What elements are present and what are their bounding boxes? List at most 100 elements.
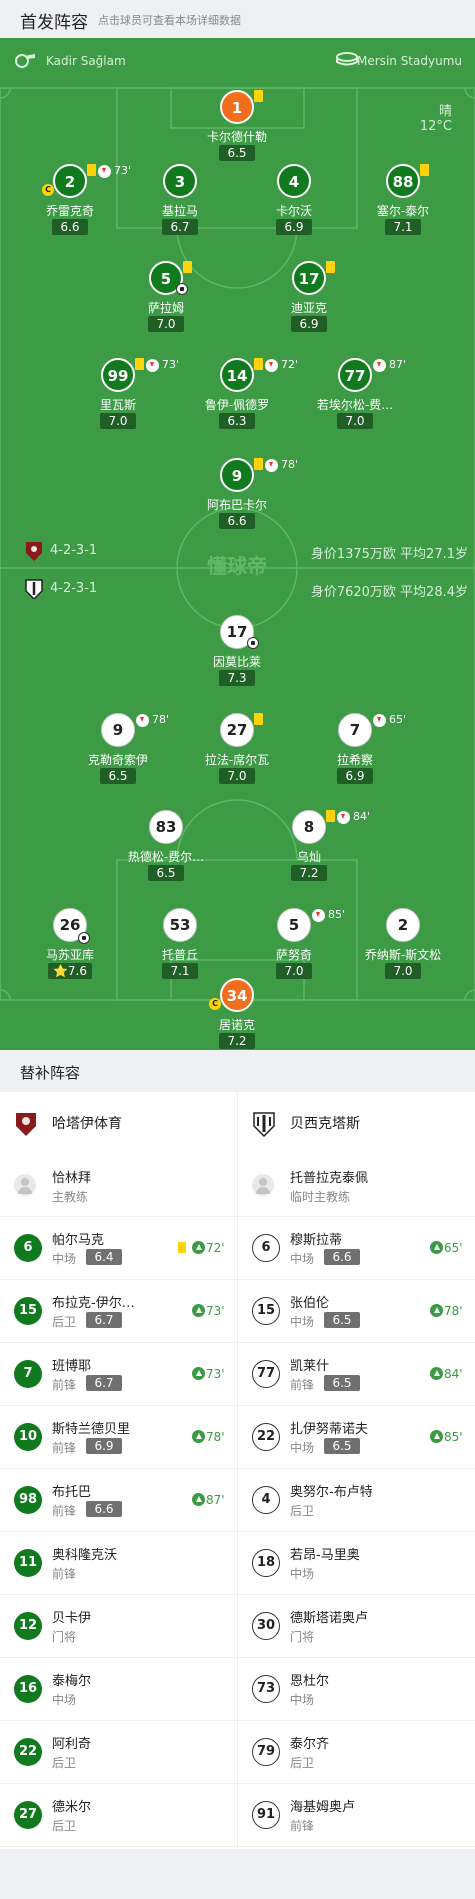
player-rating: 6.6 — [52, 219, 88, 235]
jersey-number: 88 — [386, 164, 420, 198]
bench-player[interactable]: 77 凯莱什 前锋 6.5 84' — [238, 1343, 475, 1406]
bench-player[interactable]: 22 阿利奇 后卫 — [0, 1721, 237, 1784]
jersey-number: 53 — [163, 908, 197, 942]
player-name: 拉希察 — [336, 753, 373, 767]
player-rating: 7.0 — [148, 316, 184, 332]
bench-player[interactable]: 6 帕尔马克 中场 6.4 72' — [0, 1217, 237, 1280]
avatar-icon — [252, 1174, 274, 1196]
player-name: 居诺克 — [218, 1018, 255, 1032]
bench-player[interactable]: 6 穆斯拉蒂 中场 6.6 65' — [238, 1217, 475, 1280]
bench-player[interactable]: 27 德米尔 后卫 — [0, 1784, 237, 1847]
home-team-header[interactable]: 哈塔伊体育 — [0, 1092, 237, 1154]
sub-out-icon — [312, 909, 325, 922]
player-name: 张伯伦 — [290, 1296, 330, 1311]
player-away-83[interactable]: 83 热德松-费尔… 6.5 — [106, 810, 226, 900]
sub-in-icon — [192, 1241, 205, 1254]
player-home-77[interactable]: 77 87' 若埃尔松-费… 7.0 — [295, 358, 415, 448]
bench-player[interactable]: 12 贝卡伊 门将 — [0, 1595, 237, 1658]
player-name: 德斯塔诺奥卢 — [290, 1611, 369, 1626]
player-away-27[interactable]: 27 拉法-席尔瓦 7.0 — [177, 713, 297, 803]
player-name: 奥科隆克沃 — [52, 1548, 118, 1563]
bench-player[interactable]: 30 德斯塔诺奥卢 门将 — [238, 1595, 475, 1658]
bench-player[interactable]: 15 张伯伦 中场 6.5 78' — [238, 1280, 475, 1343]
player-away-7[interactable]: 7 65' 拉希察 6.9 — [295, 713, 415, 803]
player-home-88[interactable]: 88 塞尔-泰尔 7.1 — [343, 164, 463, 254]
coach-name: 托普拉克泰佩 — [290, 1171, 369, 1186]
player-name: 贝卡伊 — [52, 1611, 92, 1626]
player-rating: 6.6 — [219, 513, 255, 529]
player-rating: 6.5 — [324, 1312, 360, 1328]
player-name: 泰尔齐 — [290, 1737, 330, 1752]
player-home-99[interactable]: 99 73' 里瓦斯 7.0 — [58, 358, 179, 448]
sub-time: 73' — [206, 1367, 225, 1381]
player-rating: 6.5 — [324, 1375, 360, 1391]
sub-time: 78' — [281, 458, 299, 471]
jersey-number: 91 — [252, 1801, 280, 1829]
temperature: 12°C — [419, 119, 452, 134]
away-team-header[interactable]: 贝西克塔斯 — [238, 1092, 475, 1154]
player-away-8[interactable]: 8 84' 乌灿 7.2 — [249, 810, 370, 900]
player-rating: 6.5 — [100, 768, 136, 784]
player-home-14[interactable]: 14 72' 鲁伊-佩德罗 6.3 — [177, 358, 298, 448]
bench-player[interactable]: 7 班博耶 前锋 6.7 73' — [0, 1343, 237, 1406]
bench-player[interactable]: 10 斯特兰德贝里 前锋 6.9 78' — [0, 1406, 237, 1469]
home-coach[interactable]: 恰林拜 主教练 — [0, 1154, 237, 1217]
bench-player[interactable]: 11 奥科隆克沃 前锋 — [0, 1532, 237, 1595]
jersey-number: 4 — [252, 1486, 280, 1514]
bench-player[interactable]: 98 布托巴 前锋 6.6 87' — [0, 1469, 237, 1532]
jersey-number: 27 — [220, 713, 254, 747]
jersey-number: 12 — [14, 1612, 42, 1640]
player-home-9[interactable]: 9 78' 阿布巴卡尔 6.6 — [177, 458, 299, 548]
sub-in-icon — [192, 1304, 205, 1317]
bench-player[interactable]: 91 海基姆奥卢 前锋 — [238, 1784, 475, 1847]
jersey-number: 22 — [14, 1738, 42, 1766]
bench-player[interactable]: 4 奥努尔-布卢特 后卫 — [238, 1469, 475, 1532]
player-away-34[interactable]: 34 C 居诺克 7.2 — [177, 978, 297, 1050]
player-rating: 7.0 — [385, 963, 421, 979]
bench-player[interactable]: 16 泰梅尔 中场 — [0, 1658, 237, 1721]
sub-in-icon — [430, 1241, 443, 1254]
player-away-9[interactable]: 9 78' 克勒奇索伊 6.5 — [58, 713, 178, 803]
player-position: 中场 — [290, 1252, 315, 1266]
yellow-card-icon — [135, 358, 144, 370]
player-rating: 6.4 — [86, 1249, 122, 1265]
yellow-card-icon — [254, 458, 263, 470]
yellow-card-icon — [178, 1242, 186, 1253]
bench-player[interactable]: 22 扎伊努蒂诺夫 中场 6.5 85' — [238, 1406, 475, 1469]
away-coach[interactable]: 托普拉克泰佩 临时主教练 — [238, 1154, 475, 1217]
away-team-logo-icon — [253, 1112, 275, 1137]
player-name: 德米尔 — [52, 1800, 92, 1815]
mvp-star-icon: ⭐ — [52, 964, 68, 978]
player-away-2[interactable]: 2 乔纳斯-斯文松 7.0 — [343, 908, 463, 998]
home-team-badge-icon — [26, 542, 42, 561]
stadium-name: Mersin Stadyumu — [357, 54, 462, 68]
bench-player[interactable]: 79 泰尔齐 后卫 — [238, 1721, 475, 1784]
player-away-17[interactable]: 17 因莫比莱 7.3 — [177, 615, 297, 705]
yellow-card-icon — [254, 713, 263, 725]
player-name: 若昂-马里奥 — [290, 1548, 360, 1563]
player-name: 卡尔德什勒 — [206, 130, 267, 144]
player-name: 萨拉姆 — [147, 301, 184, 315]
jersey-number: 6 — [14, 1234, 42, 1262]
player-name: 凯莱什 — [290, 1359, 330, 1374]
yellow-card-icon — [254, 358, 263, 370]
player-position: 中场 — [52, 1693, 77, 1707]
coach-role: 主教练 — [52, 1190, 89, 1204]
captain-icon: C — [42, 184, 54, 196]
player-rating: 6.5 — [148, 865, 184, 881]
bench-player[interactable]: 15 布拉克-伊尔… 后卫 6.7 73' — [0, 1280, 237, 1343]
bench-player[interactable]: 73 恩杜尔 中场 — [238, 1658, 475, 1721]
jersey-number: 5 — [277, 908, 311, 942]
player-name: 布托巴 — [52, 1485, 92, 1500]
player-name: 乌灿 — [296, 850, 321, 864]
player-home-3[interactable]: 3 基拉马 6.7 — [120, 164, 240, 254]
jersey-number: 7 — [338, 713, 372, 747]
player-home-5[interactable]: 5 萨拉姆 7.0 — [106, 261, 226, 351]
player-rating: ⭐7.6 — [48, 963, 92, 979]
player-name: 热德松-费尔… — [127, 850, 205, 864]
bench-player[interactable]: 18 若昂-马里奥 中场 — [238, 1532, 475, 1595]
player-rating: 6.3 — [219, 413, 255, 429]
player-rating: 6.9 — [86, 1438, 122, 1454]
jersey-number: 34 — [220, 978, 254, 1012]
player-home-17[interactable]: 17 迪亚克 6.9 — [249, 261, 369, 351]
